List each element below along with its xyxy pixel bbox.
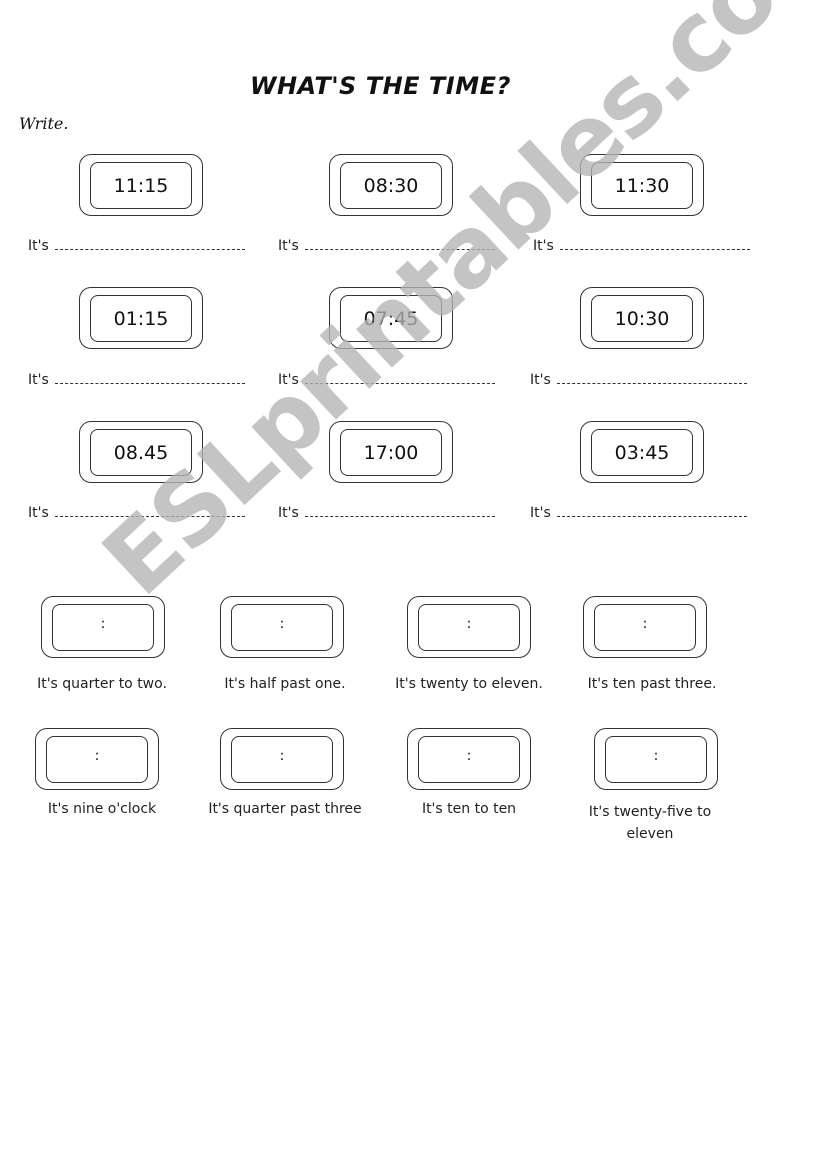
answer-prefix: It's [278, 372, 299, 388]
clock-blank-time[interactable]: : [46, 736, 148, 783]
answer-line[interactable]: It's [278, 505, 495, 521]
answer-line[interactable]: It's [278, 372, 495, 388]
clock-blank-time[interactable]: : [418, 736, 520, 783]
time-phrase: It's nine o'clock [47, 801, 157, 817]
blank-clock[interactable]: : [594, 728, 718, 790]
instruction-label: Write. [19, 114, 69, 133]
digital-clock: 11:15 [79, 154, 203, 216]
clock-blank-time[interactable]: : [605, 736, 707, 783]
blank-line[interactable] [54, 382, 245, 384]
clock-time: 11:15 [90, 162, 192, 209]
digital-clock: 08.45 [79, 421, 203, 483]
blank-line[interactable] [304, 515, 495, 517]
digital-clock: 01:15 [79, 287, 203, 349]
answer-prefix: It's [530, 505, 551, 521]
digital-clock: 11:30 [580, 154, 704, 216]
answer-prefix: It's [530, 372, 551, 388]
blank-clock[interactable]: : [35, 728, 159, 790]
blank-clock[interactable]: : [220, 596, 344, 658]
digital-clock: 08:30 [329, 154, 453, 216]
clock-blank-time[interactable]: : [231, 604, 333, 651]
digital-clock: 17:00 [329, 421, 453, 483]
blank-clock[interactable]: : [407, 728, 531, 790]
answer-prefix: It's [28, 505, 49, 521]
clock-time: 11:30 [591, 162, 693, 209]
clock-blank-time[interactable]: : [594, 604, 696, 651]
blank-line[interactable] [304, 248, 495, 250]
time-phrase: It's quarter past three [208, 801, 362, 817]
clock-time: 08.45 [90, 429, 192, 476]
blank-clock[interactable]: : [41, 596, 165, 658]
blank-line[interactable] [559, 248, 750, 250]
clock-time: 07:45 [340, 295, 442, 342]
clock-time: 01:15 [90, 295, 192, 342]
time-phrase: It's quarter to two. [37, 676, 167, 692]
digital-clock: 10:30 [580, 287, 704, 349]
clock-time: 10:30 [591, 295, 693, 342]
answer-prefix: It's [28, 372, 49, 388]
blank-line[interactable] [304, 382, 495, 384]
blank-clock[interactable]: : [583, 596, 707, 658]
answer-line[interactable]: It's [278, 238, 495, 254]
answer-line[interactable]: It's [28, 238, 245, 254]
answer-line[interactable]: It's [28, 505, 245, 521]
answer-prefix: It's [533, 238, 554, 254]
clock-time: 03:45 [591, 429, 693, 476]
clock-blank-time[interactable]: : [418, 604, 520, 651]
digital-clock: 03:45 [580, 421, 704, 483]
time-phrase: It's ten to ten [421, 801, 517, 817]
answer-line[interactable]: It's [530, 372, 747, 388]
blank-line[interactable] [556, 382, 747, 384]
answer-line[interactable]: It's [533, 238, 750, 254]
time-phrase: It's twenty to eleven. [395, 676, 543, 692]
blank-clock[interactable]: : [407, 596, 531, 658]
blank-line[interactable] [54, 248, 245, 250]
answer-prefix: It's [278, 238, 299, 254]
clock-blank-time[interactable]: : [52, 604, 154, 651]
clock-time: 17:00 [340, 429, 442, 476]
digital-clock: 07:45 [329, 287, 453, 349]
clock-time: 08:30 [340, 162, 442, 209]
blank-line[interactable] [556, 515, 747, 517]
answer-prefix: It's [278, 505, 299, 521]
time-phrase: It's half past one. [224, 676, 346, 692]
clock-blank-time[interactable]: : [231, 736, 333, 783]
answer-line[interactable]: It's [28, 372, 245, 388]
blank-line[interactable] [54, 515, 245, 517]
blank-clock[interactable]: : [220, 728, 344, 790]
time-phrase: It's ten past three. [587, 676, 717, 692]
time-phrase: It's twenty-five to eleven [588, 804, 712, 842]
answer-prefix: It's [28, 238, 49, 254]
page-title: WHAT'S THE TIME? [250, 72, 511, 100]
answer-line[interactable]: It's [530, 505, 747, 521]
